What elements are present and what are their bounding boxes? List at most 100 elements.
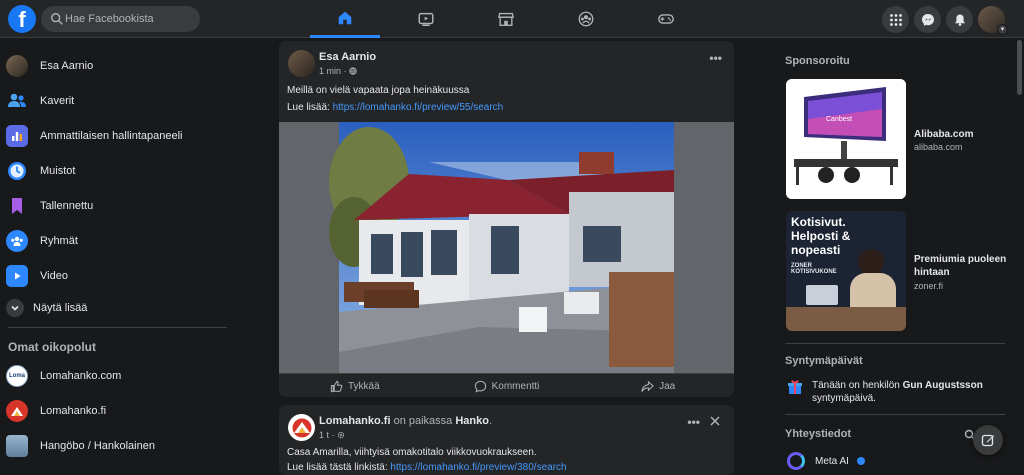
video-icon bbox=[6, 265, 28, 287]
share-button[interactable]: Jaa bbox=[582, 374, 734, 397]
post-text: Meillä on vielä vapaata jopa heinäkuussa bbox=[287, 85, 470, 96]
notifications-button[interactable] bbox=[946, 6, 973, 33]
chevron-down-icon[interactable]: ▾ bbox=[997, 24, 1008, 35]
ad-title[interactable]: Premiumia puoleen hintaan bbox=[914, 253, 1009, 279]
sponsored-title: Sponsoroitu bbox=[785, 55, 850, 67]
ad-image-text: Canbest bbox=[826, 116, 852, 123]
hangobo-logo bbox=[6, 435, 28, 457]
laptop-shape bbox=[806, 285, 838, 305]
ad-title[interactable]: Alibaba.com bbox=[914, 128, 1009, 141]
contact-name: Meta AI bbox=[815, 456, 849, 467]
comment-label: Kommentti bbox=[491, 381, 540, 392]
post-actions: Tykkää Kommentti Jaa bbox=[279, 373, 734, 397]
tab-gaming[interactable] bbox=[631, 0, 701, 38]
saved-icon bbox=[6, 195, 28, 217]
sidebar-item-label: Ammattilaisen hallintapaneeli bbox=[40, 130, 183, 142]
tab-marketplace[interactable] bbox=[471, 0, 541, 38]
comment-button[interactable]: Kommentti bbox=[431, 374, 583, 397]
post-header-line: Lomahanko.fi on paikassa Hanko. bbox=[319, 415, 492, 427]
house-photo bbox=[279, 122, 734, 373]
like-label: Tykkää bbox=[347, 381, 380, 392]
contact-item[interactable]: Meta AI bbox=[785, 452, 965, 470]
post-author-avatar[interactable] bbox=[288, 50, 315, 77]
shortcut-label: Lomahanko.fi bbox=[40, 405, 107, 417]
menu-button[interactable] bbox=[882, 6, 909, 33]
post-link-prefix: Lue lisää: bbox=[287, 102, 333, 113]
page-scrollbar[interactable] bbox=[1015, 38, 1024, 465]
post-time[interactable]: 1 t bbox=[319, 430, 329, 440]
tab-video[interactable] bbox=[391, 0, 461, 38]
profile-avatar bbox=[6, 55, 28, 77]
sidebar-item-dashboard[interactable]: Ammattilaisen hallintapaneeli bbox=[6, 121, 230, 151]
memories-icon bbox=[6, 160, 28, 182]
sidebar-item-label: Ryhmät bbox=[40, 235, 78, 247]
scrollbar-thumb[interactable] bbox=[1017, 40, 1022, 95]
new-message-button[interactable] bbox=[973, 425, 1003, 455]
ad-url: alibaba.com bbox=[914, 142, 963, 152]
shortcut-label: Lomahanko.com bbox=[40, 370, 122, 382]
ad-image-sub: ZONER KOTISIVUKONE bbox=[791, 263, 837, 275]
post-author-name[interactable]: Esa Aarnio bbox=[319, 51, 376, 63]
close-icon[interactable] bbox=[709, 414, 721, 432]
feed-post: Esa Aarnio 1 min · ••• Meillä on vielä v… bbox=[279, 41, 734, 397]
post-time[interactable]: 1 min bbox=[319, 66, 341, 76]
sidebar-item-label: Muistot bbox=[40, 165, 76, 177]
post-author-name[interactable]: Lomahanko.fi bbox=[319, 415, 391, 427]
messenger-button[interactable] bbox=[914, 6, 941, 33]
location-suffix: . bbox=[488, 415, 493, 427]
thumbs-up-icon bbox=[330, 380, 343, 393]
desk-shape bbox=[786, 307, 906, 331]
location-prefix: on paikassa bbox=[390, 415, 456, 427]
post-text: Casa Amarilla, viihtyisä omakotitalo vii… bbox=[287, 447, 537, 458]
groups-icon bbox=[6, 230, 28, 252]
contacts-title: Yhteystiedot bbox=[785, 428, 852, 440]
lomahanko-com-logo: Loma bbox=[6, 365, 28, 387]
marketplace-icon bbox=[497, 12, 515, 26]
post-meta: 1 t · bbox=[319, 430, 345, 440]
chevron-down-icon bbox=[6, 299, 24, 317]
post-link[interactable]: https://lomahanko.fi/preview/380/search bbox=[390, 462, 566, 473]
right-divider bbox=[785, 414, 1005, 415]
post-author-avatar[interactable] bbox=[288, 414, 315, 441]
verified-icon bbox=[857, 457, 865, 465]
sidebar-item-groups[interactable]: Ryhmät bbox=[6, 226, 230, 256]
sidebar-show-more[interactable]: Näytä lisää bbox=[6, 293, 230, 323]
sidebar-item-video[interactable]: Video bbox=[6, 261, 230, 291]
ad-image-zoner[interactable]: Kotisivut. Helposti & nopeasti ZONER KOT… bbox=[786, 211, 906, 331]
sidebar-item-friends[interactable]: Kaverit bbox=[6, 86, 230, 116]
search-input[interactable] bbox=[65, 6, 195, 32]
gaming-icon bbox=[658, 14, 674, 24]
shortcut-lomahanko-com[interactable]: Loma Lomahanko.com bbox=[6, 361, 230, 391]
woman-figure bbox=[858, 249, 884, 275]
shortcut-hangobo[interactable]: Hangöbo / Hankolainen bbox=[6, 431, 230, 461]
sidebar-item-memories[interactable]: Muistot bbox=[6, 156, 230, 186]
post-link[interactable]: https://lomahanko.fi/preview/55/search bbox=[333, 102, 504, 113]
like-button[interactable]: Tykkää bbox=[279, 374, 431, 397]
post-link-line: Lue lisää: https://lomahanko.fi/preview/… bbox=[287, 102, 503, 113]
post-photo[interactable] bbox=[279, 122, 734, 373]
gift-icon bbox=[787, 379, 803, 400]
facebook-logo[interactable]: f bbox=[8, 5, 36, 33]
ad-image-alibaba[interactable]: Canbest bbox=[786, 79, 906, 199]
tab-groups[interactable] bbox=[551, 0, 621, 38]
groups-icon bbox=[578, 11, 594, 27]
sidebar-item-profile[interactable]: Esa Aarnio bbox=[6, 51, 230, 81]
left-sidebar: Esa Aarnio Kaverit Ammattilaisen hallint… bbox=[0, 38, 240, 465]
lomahanko-fi-logo bbox=[6, 400, 28, 422]
post-location[interactable]: Hanko bbox=[455, 415, 489, 427]
tab-home[interactable] bbox=[310, 0, 380, 38]
search-icon bbox=[51, 13, 63, 25]
search-box[interactable] bbox=[41, 6, 200, 32]
post-meta: 1 min · bbox=[319, 66, 357, 76]
news-feed: Esa Aarnio 1 min · ••• Meillä on vielä v… bbox=[279, 38, 735, 475]
top-navigation-bar: f ▾ bbox=[0, 0, 1024, 38]
shortcut-lomahanko-fi[interactable]: Lomahanko.fi bbox=[6, 396, 230, 426]
post-options-icon[interactable]: ••• bbox=[709, 51, 722, 65]
sidebar-item-saved[interactable]: Tallennettu bbox=[6, 191, 230, 221]
account-avatar[interactable]: ▾ bbox=[978, 6, 1008, 35]
globe-icon bbox=[349, 67, 357, 75]
birthday-name[interactable]: Gun Augustsson bbox=[903, 380, 983, 391]
post-options-icon[interactable]: ••• bbox=[687, 415, 700, 429]
sidebar-item-label: Kaverit bbox=[40, 95, 75, 107]
sidebar-item-label: Video bbox=[40, 270, 68, 282]
